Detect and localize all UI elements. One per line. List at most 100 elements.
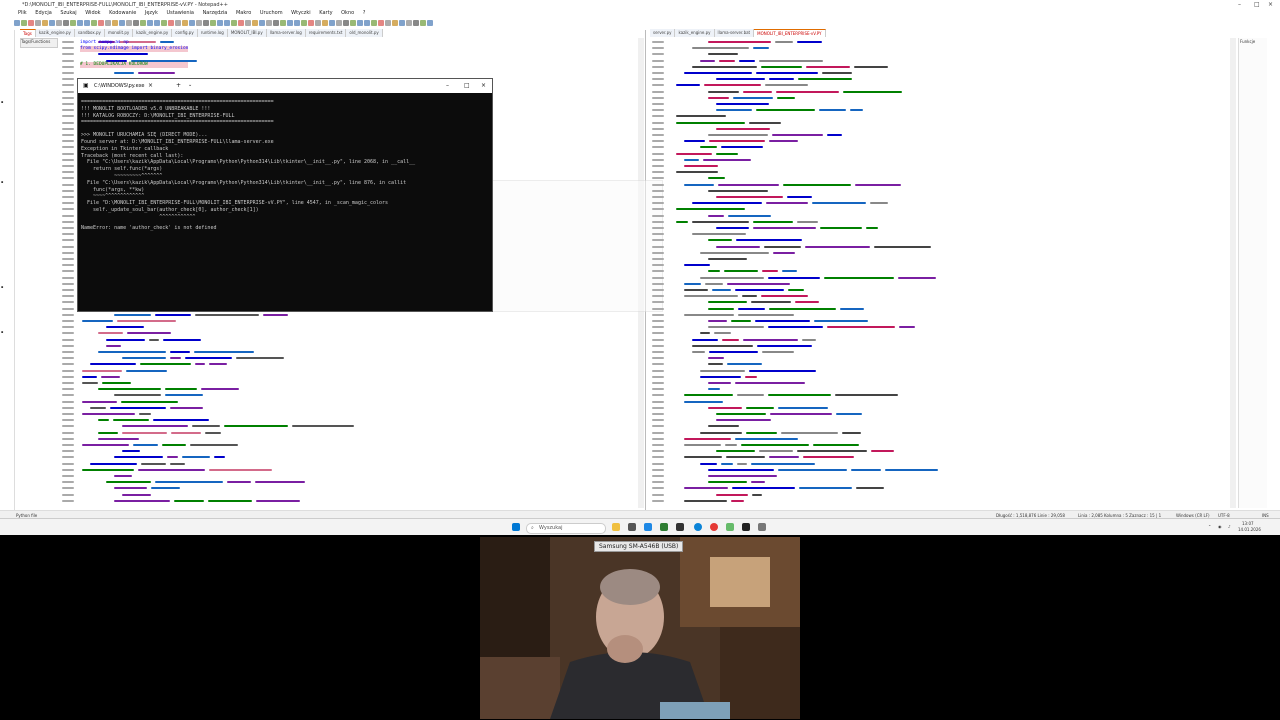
toolbar-button-icon[interactable] — [280, 20, 286, 26]
toolbar-button-icon[interactable] — [392, 20, 398, 26]
taskbar-search[interactable]: ⌕ Wyszukaj — [526, 523, 606, 534]
terminal-window[interactable]: ▣ C:\WINDOWS\py.exe × + ⌄ – □ × ========… — [77, 78, 493, 312]
edge-icon[interactable] — [694, 523, 702, 531]
editor-tab[interactable]: config.py — [172, 29, 198, 37]
menu-macro[interactable]: Makro — [236, 10, 251, 16]
app-icon[interactable] — [660, 523, 668, 531]
menu-settings[interactable]: Ustawienia — [167, 10, 194, 16]
toolbar-button-icon[interactable] — [252, 20, 258, 26]
menu-tabs[interactable]: Karty — [319, 10, 332, 16]
toolbar-button-icon[interactable] — [343, 20, 349, 26]
toolbar-button-icon[interactable] — [161, 20, 167, 26]
editor-tab[interactable]: MONOLIT_IBI_ENTERPRISE-vV.PY — [754, 29, 826, 37]
network-icon[interactable]: ◉ — [1218, 524, 1222, 529]
chevron-down-icon[interactable]: ⌄ — [188, 82, 192, 88]
close-icon[interactable]: × — [481, 82, 486, 89]
toolbar-button-icon[interactable] — [42, 20, 48, 26]
close-tab-icon[interactable]: × — [148, 82, 153, 89]
toolbar-button-icon[interactable] — [56, 20, 62, 26]
toolbar-button-icon[interactable] — [35, 20, 41, 26]
toolbar-button-icon[interactable] — [14, 20, 20, 26]
toolbar-button-icon[interactable] — [350, 20, 356, 26]
toolbar-button-icon[interactable] — [273, 20, 279, 26]
toolbar-button-icon[interactable] — [133, 20, 139, 26]
toolbar-button-icon[interactable] — [203, 20, 209, 26]
function-list-panel[interactable]: Funkcje — [1238, 38, 1267, 508]
toolbar-button-icon[interactable] — [399, 20, 405, 26]
menu-tools[interactable]: Narzędzia — [203, 10, 228, 16]
menu-language[interactable]: Język — [145, 10, 158, 16]
toolbar-button-icon[interactable] — [231, 20, 237, 26]
terminal-taskbar-icon[interactable] — [742, 523, 750, 531]
editor-tab[interactable]: server.py — [650, 29, 676, 37]
toolbar-button-icon[interactable] — [336, 20, 342, 26]
editor-tab[interactable]: MONOLIT_IBI.py — [227, 29, 267, 37]
menu-plugins[interactable]: Wtyczki — [291, 10, 311, 16]
maximize-icon[interactable]: □ — [1254, 1, 1260, 8]
toolbar-button-icon[interactable] — [98, 20, 104, 26]
editor-tab[interactable]: kazik_engine.py — [35, 29, 75, 37]
app-icon[interactable] — [644, 523, 652, 531]
editor-tab[interactable]: llama-server.bat — [714, 29, 755, 37]
toolbar-button-icon[interactable] — [315, 20, 321, 26]
toolbar-button-icon[interactable] — [154, 20, 160, 26]
right-code-area[interactable] — [672, 38, 1232, 508]
toolbar-button-icon[interactable] — [49, 20, 55, 26]
toolbar-button-icon[interactable] — [238, 20, 244, 26]
notepad-plus-plus-icon[interactable] — [726, 523, 734, 531]
toolbar-button-icon[interactable] — [266, 20, 272, 26]
toolbar-button-icon[interactable] — [126, 20, 132, 26]
menu-window[interactable]: Okno — [341, 10, 354, 16]
toolbar-button-icon[interactable] — [301, 20, 307, 26]
toolbar-button-icon[interactable] — [406, 20, 412, 26]
chrome-icon[interactable] — [710, 523, 718, 531]
toolbar-button-icon[interactable] — [308, 20, 314, 26]
menu-help[interactable]: ? — [363, 10, 366, 16]
toolbar-button-icon[interactable] — [175, 20, 181, 26]
toolbar-button-icon[interactable] — [168, 20, 174, 26]
maximize-icon[interactable]: □ — [464, 82, 470, 89]
menu-edit[interactable]: Edycja — [35, 10, 52, 16]
editor-tab[interactable]: llama-server.log — [266, 29, 306, 37]
toolbar-button-icon[interactable] — [77, 20, 83, 26]
toolbar-button-icon[interactable] — [63, 20, 69, 26]
start-icon[interactable] — [512, 523, 520, 531]
editor-tab[interactable]: old_monolit.py — [346, 29, 383, 37]
toolbar-button-icon[interactable] — [245, 20, 251, 26]
toolbar-button-icon[interactable] — [217, 20, 223, 26]
terminal-tab-title[interactable]: C:\WINDOWS\py.exe — [94, 83, 145, 89]
editor-tab[interactable]: runtime.log — [197, 29, 228, 37]
toolbar-button-icon[interactable] — [189, 20, 195, 26]
toolbar-button-icon[interactable] — [28, 20, 34, 26]
menu-encoding[interactable]: Kodowanie — [109, 10, 136, 16]
toolbar-button-icon[interactable] — [413, 20, 419, 26]
toolbar-button-icon[interactable] — [105, 20, 111, 26]
new-tab-icon[interactable]: + — [176, 82, 181, 89]
toolbar-button-icon[interactable] — [364, 20, 370, 26]
toolbar-button-icon[interactable] — [385, 20, 391, 26]
toolbar-button-icon[interactable] — [294, 20, 300, 26]
chevron-up-icon[interactable]: ⌃ — [1208, 524, 1211, 529]
toolbar-button-icon[interactable] — [287, 20, 293, 26]
close-icon[interactable]: × — [1268, 1, 1273, 8]
menu-view[interactable]: Widok — [85, 10, 100, 16]
toolbar-button-icon[interactable] — [119, 20, 125, 26]
toolbar-button-icon[interactable] — [182, 20, 188, 26]
volume-icon[interactable]: ♪ — [1228, 524, 1231, 529]
toolbar-button-icon[interactable] — [70, 20, 76, 26]
toolbar-button-icon[interactable] — [420, 20, 426, 26]
function-list-panel-label[interactable]: Tags/Functions — [20, 38, 58, 48]
toolbar-button-icon[interactable] — [140, 20, 146, 26]
editor-tab[interactable]: kazik_engine.py — [675, 29, 715, 37]
toolbar-button-icon[interactable] — [357, 20, 363, 26]
toolbar-button-icon[interactable] — [224, 20, 230, 26]
menu-run[interactable]: Uruchom — [260, 10, 283, 16]
editor-tab[interactable]: monolit.py — [104, 29, 134, 37]
app-icon[interactable] — [676, 523, 684, 531]
minimize-icon[interactable]: – — [446, 82, 449, 89]
toolbar-button-icon[interactable] — [112, 20, 118, 26]
editor-tab[interactable]: sandbox.py — [74, 29, 105, 37]
toolbar-button-icon[interactable] — [21, 20, 27, 26]
right-vertical-scrollbar[interactable] — [1230, 38, 1236, 508]
toolbar-button-icon[interactable] — [378, 20, 384, 26]
